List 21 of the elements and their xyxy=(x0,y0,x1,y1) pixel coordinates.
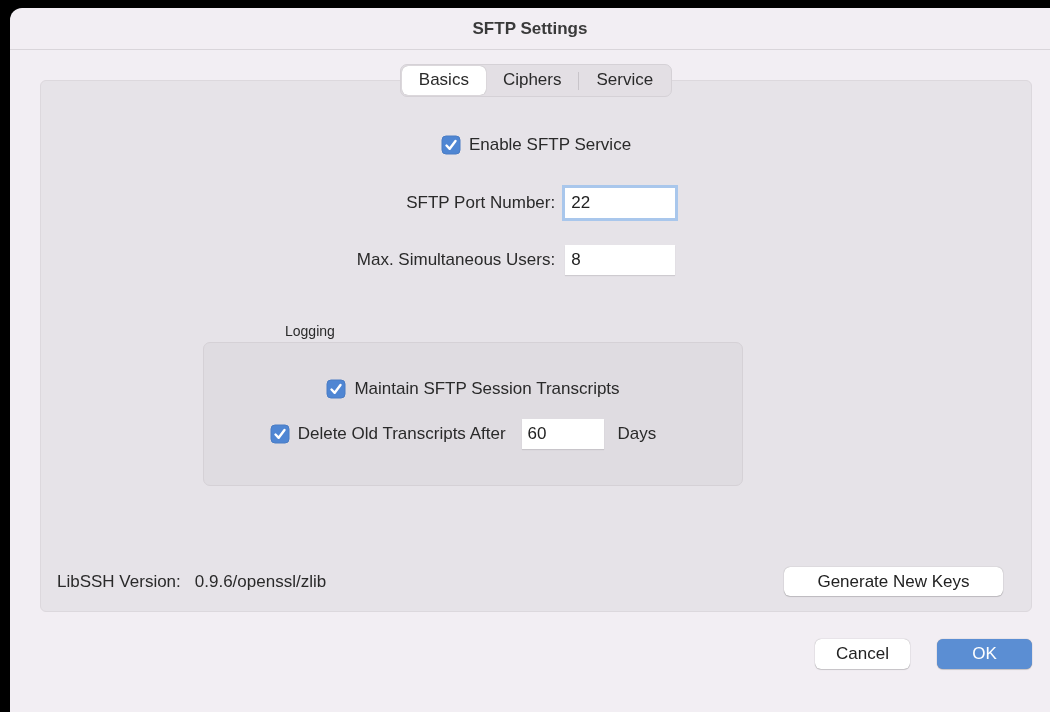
window-title: SFTP Settings xyxy=(472,18,588,39)
checkbox[interactable] xyxy=(269,424,290,444)
tab[interactable]: Basics xyxy=(401,66,486,95)
checkbox-label: Enable SFTP Service xyxy=(468,135,632,155)
field-label: Max. Simultaneous Users: xyxy=(356,250,556,270)
checkbox[interactable] xyxy=(326,379,347,399)
tab[interactable]: Service xyxy=(579,66,671,95)
checkbox-label: Maintain SFTP Session Transcripts xyxy=(354,379,620,399)
cancel-button[interactable]: Cancel xyxy=(815,639,910,669)
version-value: 0.9.6/openssl/zlib xyxy=(194,571,327,592)
input-field[interactable]: 60 xyxy=(521,419,604,449)
group-label: Logging xyxy=(285,323,335,339)
input-field[interactable]: 22 xyxy=(565,188,676,218)
generate-keys-button[interactable]: Generate New Keys xyxy=(784,567,1003,596)
unit-label: Days xyxy=(617,424,657,444)
checkbox[interactable] xyxy=(440,135,461,155)
tab[interactable]: Ciphers xyxy=(485,66,579,95)
input-field[interactable]: 8 xyxy=(565,245,676,275)
checkbox-label: Delete Old Transcripts After xyxy=(297,424,506,444)
field-label: SFTP Port Number: xyxy=(405,193,556,213)
version-label: LibSSH Version: xyxy=(57,571,181,592)
